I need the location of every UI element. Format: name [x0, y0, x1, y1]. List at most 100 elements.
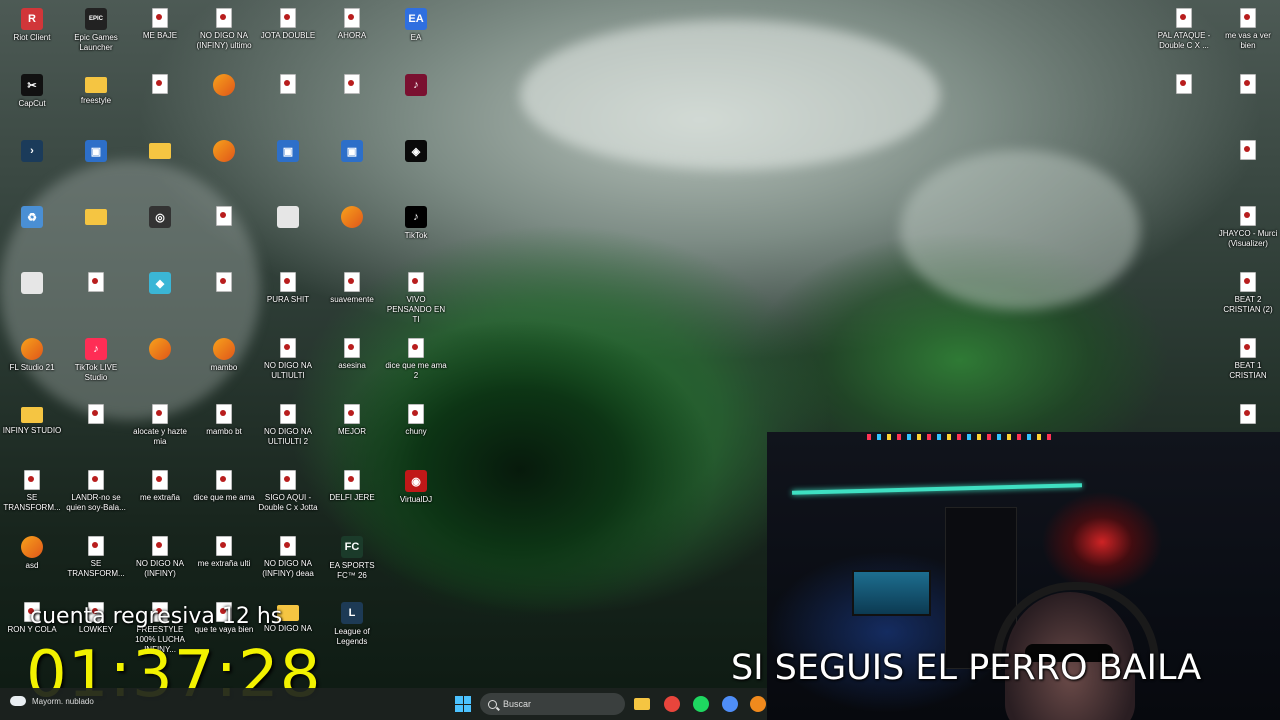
desktop-icon[interactable]: NO DIGO NA (INFINY) deaa: [257, 536, 319, 579]
desktop-icon-label: mambo: [210, 363, 238, 372]
desktop-icon[interactable]: [1217, 74, 1279, 97]
start-button[interactable]: [455, 696, 471, 712]
desktop-icon[interactable]: ♪: [385, 74, 447, 99]
desktop-icon[interactable]: asesina: [321, 338, 383, 371]
desktop-icon[interactable]: LANDR-no se quien soy-Bala...: [65, 470, 127, 513]
app-icon: EPIC: [85, 8, 107, 30]
desktop-icon[interactable]: SE TRANSFORM...: [65, 536, 127, 579]
desktop-icon-label: VirtualDJ: [399, 495, 433, 504]
app-icon: [21, 272, 43, 294]
desktop-icon[interactable]: [193, 206, 255, 229]
desktop-icon[interactable]: ◆: [129, 272, 191, 297]
desktop-icon[interactable]: FL Studio 21: [1, 338, 63, 373]
file-explorer-icon[interactable]: [634, 698, 650, 710]
cortana-icon[interactable]: [722, 696, 738, 712]
media-file-icon: [88, 470, 104, 490]
wave-spray: [520, 20, 940, 170]
chrome-icon[interactable]: [664, 696, 680, 712]
desktop-icon[interactable]: SIGO AQUI - Double C x Jotta: [257, 470, 319, 513]
desktop-icon[interactable]: JOTA DOUBLE: [257, 8, 319, 41]
fl-studio-icon[interactable]: [750, 696, 766, 712]
desktop-icon[interactable]: [257, 206, 319, 231]
desktop-icon[interactable]: DELFI JERE: [321, 470, 383, 503]
desktop-icon[interactable]: freestyle: [65, 74, 127, 106]
desktop-icon[interactable]: [1153, 74, 1215, 97]
desktop-icon[interactable]: [65, 272, 127, 295]
desktop-icon[interactable]: ›: [1, 140, 63, 165]
desktop-icon[interactable]: [193, 140, 255, 165]
desktop-icon[interactable]: [1, 272, 63, 297]
media-file-icon: [280, 8, 296, 28]
desktop-icon[interactable]: suavemente: [321, 272, 383, 305]
media-file-icon: [216, 536, 232, 556]
media-file-icon: [280, 272, 296, 292]
desktop-icon[interactable]: me extraña: [129, 470, 191, 503]
media-file-icon: [88, 536, 104, 556]
desktop-icon[interactable]: [321, 74, 383, 97]
desktop-icon[interactable]: AHORA: [321, 8, 383, 41]
desktop-icon[interactable]: chuny: [385, 404, 447, 437]
desktop-icon[interactable]: NO DIGO NA ULTIULTI 2: [257, 404, 319, 447]
spotify-icon[interactable]: [693, 696, 709, 712]
desktop-icon-label: VIVO PENSANDO EN TI: [386, 295, 446, 324]
desktop-icon[interactable]: ✂ CapCut: [1, 74, 63, 109]
desktop-icon[interactable]: asd: [1, 536, 63, 571]
weather-widget[interactable]: Mayorm. nublado: [10, 696, 94, 706]
desktop-icon[interactable]: BEAT 1 CRISTIAN: [1217, 338, 1279, 381]
desktop-icon[interactable]: [1217, 404, 1279, 427]
desktop-icon[interactable]: alocate y hazte mia: [129, 404, 191, 447]
desktop-icon[interactable]: VIVO PENSANDO EN TI: [385, 272, 447, 325]
desktop-icon[interactable]: [129, 140, 191, 162]
app-icon: ◆: [149, 272, 171, 294]
media-file-icon: [344, 404, 360, 424]
desktop-icon-label: TikTok LIVE Studio: [74, 363, 118, 382]
app-icon: ✂: [21, 74, 43, 96]
desktop-icon[interactable]: INFINY STUDIO: [1, 404, 63, 436]
desktop-icon[interactable]: ▣: [257, 140, 319, 165]
desktop-icon[interactable]: [257, 74, 319, 97]
desktop-icon[interactable]: ▣: [321, 140, 383, 165]
desktop-icon[interactable]: [129, 74, 191, 97]
desktop-icon-label: BEAT 1 CRISTIAN: [1229, 361, 1267, 380]
desktop-icon-label: NO DIGO NA (INFINY) deaa: [262, 559, 314, 578]
desktop-icon[interactable]: [65, 206, 127, 228]
desktop-icon-label: DELFI JERE: [329, 493, 375, 502]
desktop-icon[interactable]: ◈: [385, 140, 447, 165]
desktop-icon[interactable]: ♪ TikTok LIVE Studio: [65, 338, 127, 383]
media-file-icon: [344, 338, 360, 358]
desktop-icon[interactable]: ▣: [65, 140, 127, 165]
desktop-icon[interactable]: JHAYCO - Murci (Visualizer): [1217, 206, 1279, 249]
desktop-icon[interactable]: mambo bt: [193, 404, 255, 437]
desktop-icon[interactable]: [321, 206, 383, 231]
desktop-icon[interactable]: me extraña ulti: [193, 536, 255, 569]
desktop-icon[interactable]: BEAT 2 CRISTIAN (2): [1217, 272, 1279, 315]
app-icon: ♪: [405, 74, 427, 96]
desktop-icon[interactable]: PAL ATAQUE - Double C X ...: [1153, 8, 1215, 51]
desktop-icon[interactable]: [193, 272, 255, 295]
desktop-icon[interactable]: NO DIGO NA ULTIULTI: [257, 338, 319, 381]
desktop-icon[interactable]: FC EA SPORTS FC™ 26: [321, 536, 383, 581]
desktop-icon[interactable]: NO DIGO NA (INFINY) ultimo: [193, 8, 255, 51]
desktop-icon[interactable]: ME BAJE: [129, 8, 191, 41]
desktop-icon[interactable]: SE TRANSFORM...: [1, 470, 63, 513]
desktop-icon[interactable]: [129, 338, 191, 363]
desktop-icon[interactable]: me vas a ver bien: [1217, 8, 1279, 51]
taskbar-search[interactable]: Buscar: [480, 693, 625, 715]
desktop-icon[interactable]: [193, 74, 255, 99]
desktop-icon[interactable]: [1217, 140, 1279, 163]
desktop-icon[interactable]: mambo: [193, 338, 255, 373]
desktop-icon[interactable]: dice que me ama 2: [385, 338, 447, 381]
desktop-icon[interactable]: EA EA: [385, 8, 447, 43]
desktop-icon[interactable]: ♪ TikTok: [385, 206, 447, 241]
desktop-icon[interactable]: NO DIGO NA (INFINY): [129, 536, 191, 579]
desktop-icon[interactable]: L League of Legends: [321, 602, 383, 647]
desktop-icon[interactable]: ◉ VirtualDJ: [385, 470, 447, 505]
desktop-icon[interactable]: [65, 404, 127, 427]
desktop-icon[interactable]: dice que me ama: [193, 470, 255, 503]
desktop-icon[interactable]: R Riot Client: [1, 8, 63, 43]
desktop-icon[interactable]: PURA SHIT: [257, 272, 319, 305]
desktop-icon[interactable]: ♻: [1, 206, 63, 231]
desktop-icon[interactable]: EPIC Epic Games Launcher: [65, 8, 127, 53]
desktop-icon[interactable]: ◎: [129, 206, 191, 231]
desktop-icon[interactable]: MEJOR: [321, 404, 383, 437]
